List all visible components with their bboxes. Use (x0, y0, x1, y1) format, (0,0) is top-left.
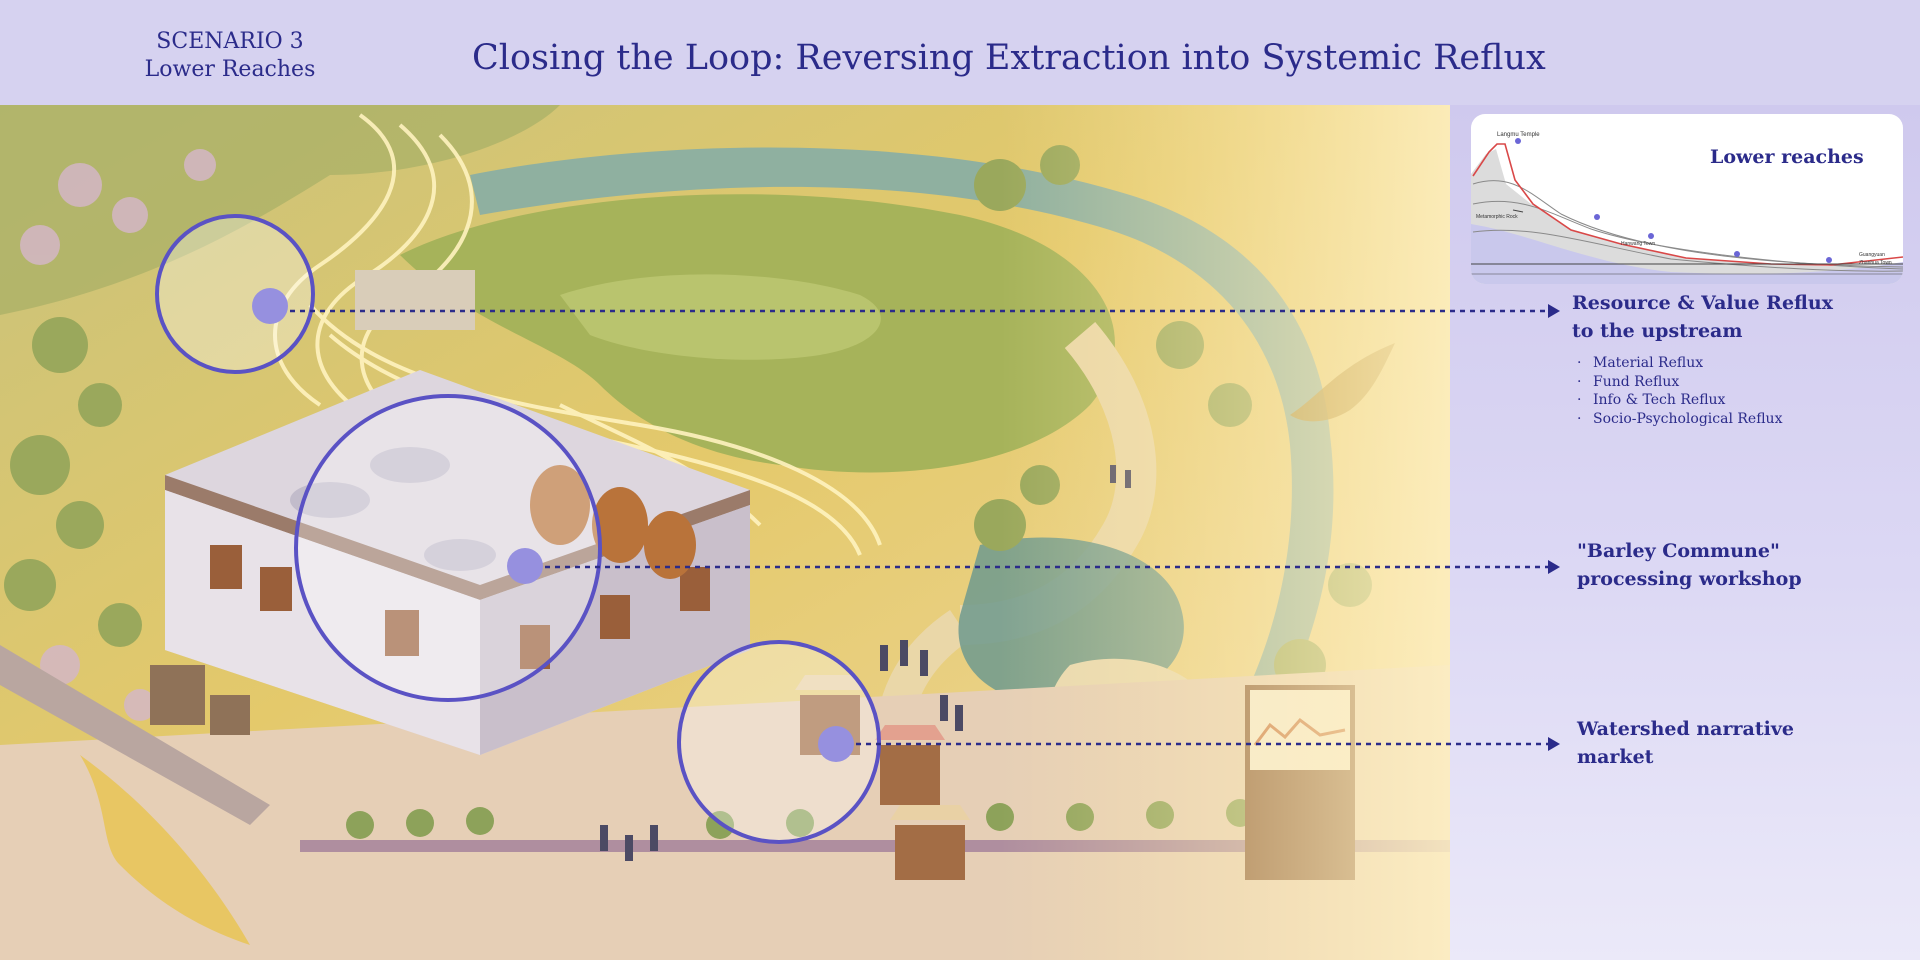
elevation-profile-graphic: Langmu Temple Metamorphic Rock Hanwang T… (1471, 132, 1903, 284)
reflux-item: Material Reflux (1572, 354, 1782, 373)
profile-label-guangyuan: Guangyuan (1859, 252, 1885, 258)
scenario-name: Lower Reaches (144, 57, 316, 82)
annotation-workshop-title-1: "Barley Commune" (1577, 540, 1780, 562)
annotation-market: Watershed narrative market (1577, 715, 1794, 771)
annotation-reflux-title-1: Resource & Value Reflux (1572, 292, 1833, 314)
inset-label: Lower reaches (1710, 146, 1864, 168)
scene-artwork (0, 105, 1450, 960)
annotation-market-title-2: market (1577, 746, 1654, 768)
scenario-number: SCENARIO 3 (156, 29, 304, 54)
profile-label-zhanhua: Zhanhua Town (1859, 260, 1892, 266)
reflux-item: Info & Tech Reflux (1572, 391, 1782, 410)
annotation-reflux: Resource & Value Reflux to the upstream (1572, 289, 1833, 345)
scene-illustration (0, 105, 1450, 960)
annotation-market-title-1: Watershed narrative (1577, 718, 1794, 740)
page-title: Closing the Loop: Reversing Extraction i… (472, 38, 1546, 78)
annotation-workshop: "Barley Commune" processing workshop (1577, 537, 1802, 593)
annotation-reflux-title-2: to the upstream (1572, 320, 1743, 342)
profile-label-hanwang: Hanwang Town (1621, 241, 1655, 247)
profile-label-temple: Langmu Temple (1497, 132, 1540, 138)
reflux-list: Material Reflux Fund Reflux Info & Tech … (1572, 354, 1782, 428)
annotation-workshop-title-2: processing workshop (1577, 568, 1802, 590)
elevation-profile-inset: Langmu Temple Metamorphic Rock Hanwang T… (1471, 114, 1903, 284)
profile-label-rock: Metamorphic Rock (1476, 214, 1518, 220)
reflux-item: Socio-Psychological Reflux (1572, 410, 1782, 429)
scenario-label: SCENARIO 3 Lower Reaches (130, 28, 330, 84)
reflux-item: Fund Reflux (1572, 373, 1782, 392)
